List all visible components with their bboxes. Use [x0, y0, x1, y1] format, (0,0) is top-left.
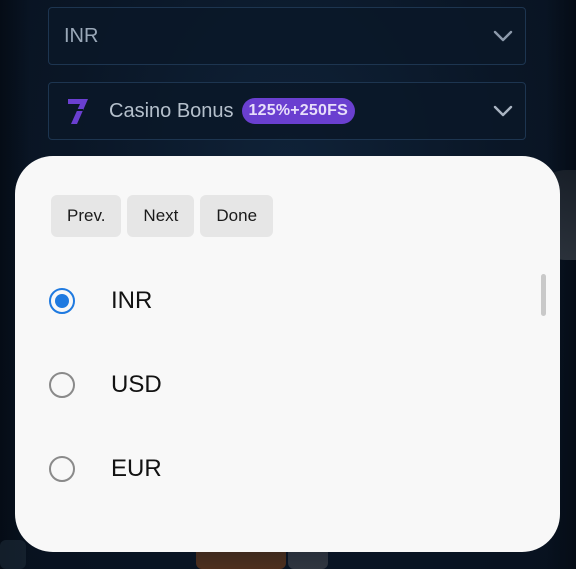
option-inr[interactable]: INR [49, 276, 519, 326]
scrollbar[interactable] [541, 274, 546, 316]
picker-nav-bar: Prev. Next Done [51, 195, 274, 237]
bonus-badge: 125%+250FS [241, 98, 355, 124]
bonus-select[interactable]: Casino Bonus 125%+250FS [48, 82, 526, 140]
next-button[interactable]: Next [127, 195, 195, 237]
chevron-down-icon [493, 104, 513, 118]
seven-logo-icon [65, 96, 91, 126]
radio-unselected-icon[interactable] [49, 372, 75, 398]
currency-select-value: INR [64, 24, 99, 47]
option-eur[interactable]: EUR [49, 444, 519, 494]
option-label: EUR [111, 455, 162, 482]
option-label: USD [111, 371, 162, 398]
done-button[interactable]: Done [200, 195, 274, 237]
option-label: INR [111, 287, 153, 314]
currency-select[interactable]: INR [48, 7, 526, 65]
radio-selected-icon[interactable] [49, 288, 75, 314]
radio-unselected-icon[interactable] [49, 456, 75, 482]
background-decoration [0, 540, 26, 569]
prev-button[interactable]: Prev. [51, 195, 122, 237]
chevron-down-icon [493, 29, 513, 43]
currency-picker-sheet: Prev. Next Done INR USD EUR [15, 156, 560, 552]
option-usd[interactable]: USD [49, 360, 519, 410]
bonus-select-label: Casino Bonus [109, 99, 234, 122]
